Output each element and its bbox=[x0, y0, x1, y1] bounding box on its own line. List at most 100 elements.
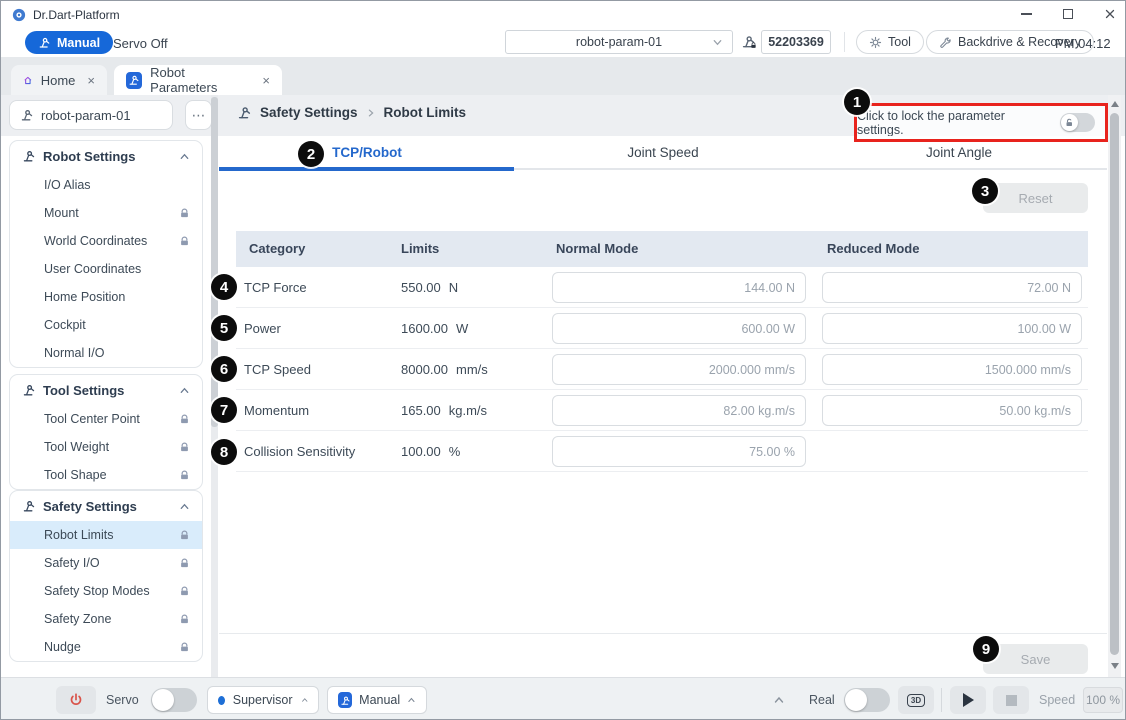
user-role-dropdown[interactable]: Supervisor bbox=[207, 686, 319, 714]
3d-icon: 3D bbox=[907, 694, 925, 707]
section-header-robot-settings[interactable]: Robot Settings bbox=[10, 141, 202, 171]
sidebar-item-tool-shape[interactable]: Tool Shape bbox=[10, 461, 202, 489]
sidebar-item-io-alias[interactable]: I/O Alias bbox=[10, 171, 202, 199]
dock-expand-chevron-icon[interactable] bbox=[773, 694, 785, 706]
col-normal-mode: Normal Mode bbox=[556, 241, 638, 256]
annotation-badge-3: 3 bbox=[972, 178, 998, 204]
sidebar-section-safety-settings: Safety Settings Robot Limits Safety I/O … bbox=[9, 490, 203, 662]
tcp-force-reduced-input[interactable] bbox=[822, 272, 1082, 303]
breadcrumb-parent[interactable]: Safety Settings bbox=[260, 105, 358, 120]
toolbar: Manual Servo Off robot-param-01 52203369… bbox=[1, 28, 1125, 57]
maximize-button[interactable] bbox=[1061, 7, 1075, 21]
power-reduced-input[interactable] bbox=[822, 313, 1082, 344]
mode-manual-button[interactable]: Manual bbox=[25, 31, 113, 54]
row-momentum: Momentum 165.00kg.m/s bbox=[236, 390, 1088, 431]
content-tab-tcp-robot[interactable]: TCP/Robot bbox=[219, 136, 515, 168]
annotation-badge-6: 6 bbox=[211, 356, 237, 382]
chevron-up-icon bbox=[179, 501, 190, 512]
robot-mode-dropdown[interactable]: Manual bbox=[327, 686, 427, 714]
tcp-speed-reduced-input[interactable] bbox=[822, 354, 1082, 385]
servo-toggle[interactable] bbox=[151, 688, 197, 712]
tool-button[interactable]: Tool bbox=[856, 30, 924, 54]
section-header-tool-settings[interactable]: Tool Settings bbox=[10, 375, 202, 405]
chevron-up-icon bbox=[301, 695, 309, 705]
power-normal-input[interactable] bbox=[552, 313, 806, 344]
manual-mode-icon bbox=[338, 692, 352, 708]
real-sim-toggle[interactable] bbox=[844, 688, 890, 712]
real-mode-label: Real bbox=[809, 693, 835, 707]
tcp-speed-normal-input[interactable] bbox=[552, 354, 806, 385]
tab-home-close-icon[interactable]: × bbox=[87, 73, 95, 88]
tcp-force-normal-input[interactable] bbox=[552, 272, 806, 303]
sidebar-item-user-coordinates[interactable]: User Coordinates bbox=[10, 255, 202, 283]
col-limits: Limits bbox=[401, 241, 439, 256]
param-file-dropdown[interactable]: robot-param-01 bbox=[505, 30, 733, 54]
gear-icon bbox=[869, 36, 882, 49]
reset-button[interactable]: Reset bbox=[983, 183, 1088, 213]
tab-robot-parameters[interactable]: Robot Parameters × bbox=[114, 65, 282, 95]
robot-icon bbox=[22, 149, 36, 163]
tab-rp-close-icon[interactable]: × bbox=[262, 73, 270, 88]
momentum-normal-input[interactable] bbox=[552, 395, 806, 426]
power-button[interactable] bbox=[56, 686, 96, 714]
annotation-badge-1: 1 bbox=[844, 89, 870, 115]
sidebar-item-world-coordinates[interactable]: World Coordinates bbox=[10, 227, 202, 255]
minimize-button[interactable] bbox=[1019, 7, 1033, 21]
wrench-icon bbox=[939, 36, 952, 49]
lock-icon bbox=[179, 208, 190, 219]
stop-button[interactable] bbox=[993, 686, 1029, 714]
lock-icon bbox=[179, 558, 190, 569]
chevron-up-icon bbox=[179, 385, 190, 396]
content-scrollbar-thumb[interactable] bbox=[1110, 113, 1119, 655]
app-window: Dr.Dart-Platform Manual Servo Off robot-… bbox=[0, 0, 1126, 720]
play-icon bbox=[963, 693, 974, 707]
momentum-reduced-input[interactable] bbox=[822, 395, 1082, 426]
table-header-row: Category Limits Normal Mode Reduced Mode bbox=[236, 231, 1088, 267]
sidebar-item-safety-io[interactable]: Safety I/O bbox=[10, 549, 202, 577]
lock-icon bbox=[179, 442, 190, 453]
sidebar-item-mount[interactable]: Mount bbox=[10, 199, 202, 227]
lock-icon bbox=[179, 614, 190, 625]
view-3d-button[interactable]: 3D bbox=[898, 686, 934, 714]
breadcrumb-current: Robot Limits bbox=[384, 105, 467, 120]
collision-normal-input[interactable] bbox=[552, 436, 806, 467]
toolbar-separator bbox=[844, 32, 845, 52]
robot-icon bbox=[20, 108, 34, 122]
row-tcp-force: TCP Force 550.00N bbox=[236, 267, 1088, 308]
annotation-badge-5: 5 bbox=[211, 315, 237, 341]
sidebar-item-nudge[interactable]: Nudge bbox=[10, 633, 202, 661]
play-button[interactable] bbox=[950, 686, 986, 714]
sidebar-item-safety-stop-modes[interactable]: Safety Stop Modes bbox=[10, 577, 202, 605]
param-more-button[interactable]: ⋯ bbox=[185, 100, 212, 130]
content-tab-joint-speed[interactable]: Joint Speed bbox=[515, 136, 811, 168]
lock-icon bbox=[179, 586, 190, 597]
scroll-up-icon[interactable] bbox=[1111, 101, 1119, 107]
annotation-badge-2: 2 bbox=[298, 141, 324, 167]
home-icon bbox=[23, 73, 33, 88]
sidebar-item-tool-weight[interactable]: Tool Weight bbox=[10, 433, 202, 461]
sidebar-item-robot-limits[interactable]: Robot Limits bbox=[10, 521, 202, 549]
lock-icon bbox=[179, 236, 190, 247]
col-category: Category bbox=[249, 241, 305, 256]
tab-home[interactable]: Home × bbox=[11, 65, 107, 95]
power-icon bbox=[68, 692, 84, 708]
tab-band: Home × Robot Parameters × bbox=[1, 57, 1125, 95]
app-logo-icon bbox=[12, 8, 26, 22]
section-header-safety-settings[interactable]: Safety Settings bbox=[10, 491, 202, 521]
close-button[interactable] bbox=[1103, 7, 1117, 21]
sidebar-item-tool-center-point[interactable]: Tool Center Point bbox=[10, 405, 202, 433]
row-power: Power 1600.00W bbox=[236, 308, 1088, 349]
col-reduced-mode: Reduced Mode bbox=[827, 241, 919, 256]
annotation-badge-7: 7 bbox=[211, 397, 237, 423]
sidebar-param-name-box[interactable]: robot-param-01 bbox=[9, 100, 173, 130]
bottom-bar: Servo Supervisor Manual bbox=[1, 677, 1125, 720]
scroll-down-icon[interactable] bbox=[1111, 663, 1119, 669]
sidebar-item-normal-io[interactable]: Normal I/O bbox=[10, 339, 202, 367]
clock: PM 04:12 bbox=[1055, 36, 1111, 51]
annotation-badge-8: 8 bbox=[211, 439, 237, 465]
sidebar-item-safety-zone[interactable]: Safety Zone bbox=[10, 605, 202, 633]
sidebar-item-cockpit[interactable]: Cockpit bbox=[10, 311, 202, 339]
robot-serial-box: 52203369 bbox=[761, 30, 831, 54]
sidebar-item-home-position[interactable]: Home Position bbox=[10, 283, 202, 311]
robot-parameters-icon bbox=[126, 72, 142, 89]
